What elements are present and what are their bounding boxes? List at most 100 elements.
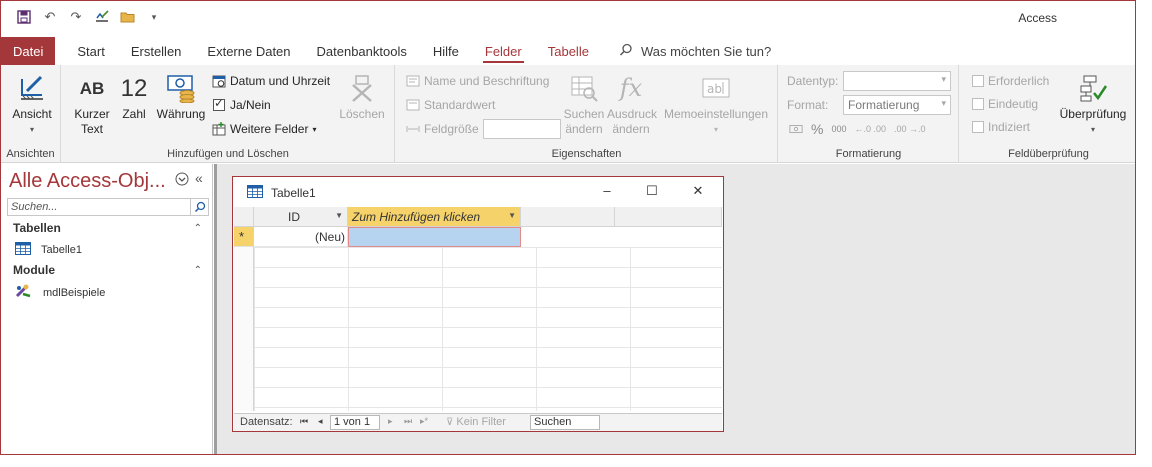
select-all-corner[interactable]	[234, 207, 254, 227]
next-record-icon[interactable]: ▸	[388, 416, 393, 427]
datetime-label: Datum und Uhrzeit	[230, 74, 331, 88]
cell-id-new[interactable]: (Neu)	[254, 227, 348, 247]
delete-label: Löschen	[339, 107, 385, 121]
nav-item-mdlbeispiele[interactable]: mdlBeispiele	[15, 284, 105, 301]
nav-item-tabelle1[interactable]: Tabelle1	[15, 242, 82, 258]
open-folder-icon[interactable]	[119, 8, 137, 26]
field-size-icon	[406, 122, 420, 136]
tab-help[interactable]: Hilfe	[423, 37, 469, 65]
customize-qat-icon[interactable]: ▾	[145, 8, 163, 26]
column-header-add-field[interactable]: Zum Hinzufügen klicken ▼	[348, 207, 521, 227]
tell-me-box[interactable]: Was möchten Sie tun?	[619, 37, 771, 65]
memo-settings-label: Memoeinstellungen	[663, 107, 769, 121]
nav-section-tables[interactable]: Tabellen	[13, 221, 61, 235]
previous-record-icon[interactable]: ◂	[318, 416, 323, 427]
chevron-down-icon[interactable]: ▼	[335, 211, 343, 220]
record-nav-label: Datensatz:	[240, 416, 293, 428]
tab-start[interactable]: Start	[67, 37, 114, 65]
lookups-button[interactable]: Suchen ändern	[560, 71, 608, 137]
ribbon: Ansicht ▾ Ansichten AB Kurzer Text 12 Za…	[1, 65, 1135, 163]
field-size-input[interactable]	[483, 119, 561, 139]
row-selector-column	[234, 247, 254, 411]
spelling-icon[interactable]	[93, 8, 111, 26]
format-label: Format:	[787, 98, 829, 112]
nav-search-input[interactable]: Suchen...	[7, 198, 209, 216]
tab-create[interactable]: Erstellen	[121, 37, 192, 65]
datatype-select[interactable]: ▾	[843, 71, 951, 91]
thousands-format-button[interactable]: 000	[831, 124, 846, 134]
indexed-checkbox[interactable]: Indiziert	[972, 117, 1030, 137]
short-text-icon: AB	[79, 78, 105, 98]
more-fields-button[interactable]: Weitere Felder ▾	[212, 119, 317, 139]
chevron-down-icon: ▾	[312, 124, 317, 134]
chevron-down-icon: ▾	[29, 125, 34, 134]
row-selector-new[interactable]: *	[234, 227, 254, 247]
undo-icon[interactable]: ↶	[41, 8, 59, 26]
expression-button[interactable]: fx Ausdruck ändern	[606, 71, 657, 137]
first-record-icon[interactable]: ⏮	[300, 416, 308, 427]
number-icon: 12	[120, 74, 148, 102]
table-window-title: Tabelle1	[271, 186, 316, 200]
cell-add-field-new[interactable]	[348, 227, 521, 247]
maximize-icon[interactable]: ☐	[644, 183, 660, 199]
unique-checkbox[interactable]: Eindeutig	[972, 94, 1038, 114]
tab-table[interactable]: Tabelle	[538, 37, 599, 65]
table-icon	[247, 185, 263, 201]
validation-button[interactable]: Überprüfung ▾	[1058, 71, 1128, 137]
default-value-button[interactable]: Standardwert	[406, 95, 495, 115]
chevron-down-icon[interactable]: ▼	[508, 211, 516, 220]
column-header-id[interactable]: ID ▼	[254, 207, 348, 227]
collapse-section-icon[interactable]: ⌃	[194, 265, 202, 276]
field-size-label: Feldgröße	[424, 122, 479, 136]
group-add-delete: AB Kurzer Text 12 Zahl Währung Datum und…	[62, 65, 395, 163]
nav-pane-title[interactable]: Alle Access-Obj...	[9, 170, 166, 193]
currency-format-icon[interactable]	[789, 122, 803, 136]
delete-button[interactable]: Löschen	[337, 71, 387, 122]
group-label-formatting: Formatierung	[835, 148, 902, 160]
group-label-add-delete: Hinzufügen und Löschen	[167, 148, 289, 160]
search-icon[interactable]	[190, 199, 208, 215]
table-window-titlebar[interactable]: Tabelle1 – ☐ ✕	[233, 177, 723, 207]
save-icon[interactable]	[15, 8, 33, 26]
currency-button[interactable]: Währung	[154, 71, 208, 122]
decrease-decimals-icon[interactable]: .00 →.0	[894, 124, 926, 134]
redo-icon[interactable]: ↷	[67, 8, 85, 26]
unique-label: Eindeutig	[988, 97, 1039, 111]
number-format-row: % 000 ←.0 .00 .00 →.0	[789, 119, 926, 139]
last-record-icon[interactable]: ⏭	[404, 416, 412, 427]
empty-grid-area	[254, 247, 722, 411]
yesno-button[interactable]: Ja/Nein	[212, 95, 271, 115]
name-caption-button[interactable]: Name und Beschriftung	[406, 71, 549, 91]
nav-menu-icon[interactable]	[175, 172, 189, 189]
datetime-button[interactable]: Datum und Uhrzeit	[212, 71, 330, 91]
record-search-input[interactable]: Suchen	[530, 415, 600, 430]
minimize-icon[interactable]: –	[599, 183, 615, 198]
collapse-section-icon[interactable]: ⌃	[194, 223, 202, 234]
yesno-label: Ja/Nein	[230, 98, 271, 112]
delete-icon	[346, 71, 378, 105]
filter-status[interactable]: ⊽ Kein Filter	[446, 416, 506, 428]
group-properties: Name und Beschriftung Standardwert Feldg…	[396, 65, 778, 163]
group-label-properties: Eigenschaften	[551, 148, 622, 160]
record-position-input[interactable]: 1 von 1	[330, 415, 380, 430]
number-button[interactable]: 12 Zahl	[117, 71, 151, 122]
collapse-pane-icon[interactable]: «	[195, 170, 203, 186]
format-select[interactable]: Formatierung ▾	[843, 95, 951, 115]
tab-file[interactable]: Datei	[1, 37, 56, 65]
new-record-icon[interactable]: ▸*	[420, 416, 428, 427]
view-button[interactable]: Ansicht ▾	[7, 71, 57, 137]
tab-external-data[interactable]: Externe Daten	[197, 37, 300, 65]
nav-section-modules[interactable]: Module	[13, 263, 55, 277]
validation-icon	[1077, 71, 1109, 105]
close-icon[interactable]: ✕	[690, 183, 706, 199]
required-checkbox[interactable]: Erforderlich	[972, 71, 1049, 91]
short-text-button[interactable]: AB Kurzer Text	[72, 71, 112, 137]
nav-item-label: mdlBeispiele	[43, 286, 106, 299]
function-icon: fx	[619, 73, 643, 102]
percent-format-button[interactable]: %	[811, 121, 823, 137]
increase-decimals-icon[interactable]: ←.0 .00	[854, 124, 886, 134]
chevron-down-icon: ▾	[941, 98, 946, 108]
memo-settings-button[interactable]: ab Memoeinstellungen ▾	[661, 71, 771, 137]
tab-database-tools[interactable]: Datenbanktools	[307, 37, 417, 65]
tab-fields[interactable]: Felder	[475, 37, 532, 65]
